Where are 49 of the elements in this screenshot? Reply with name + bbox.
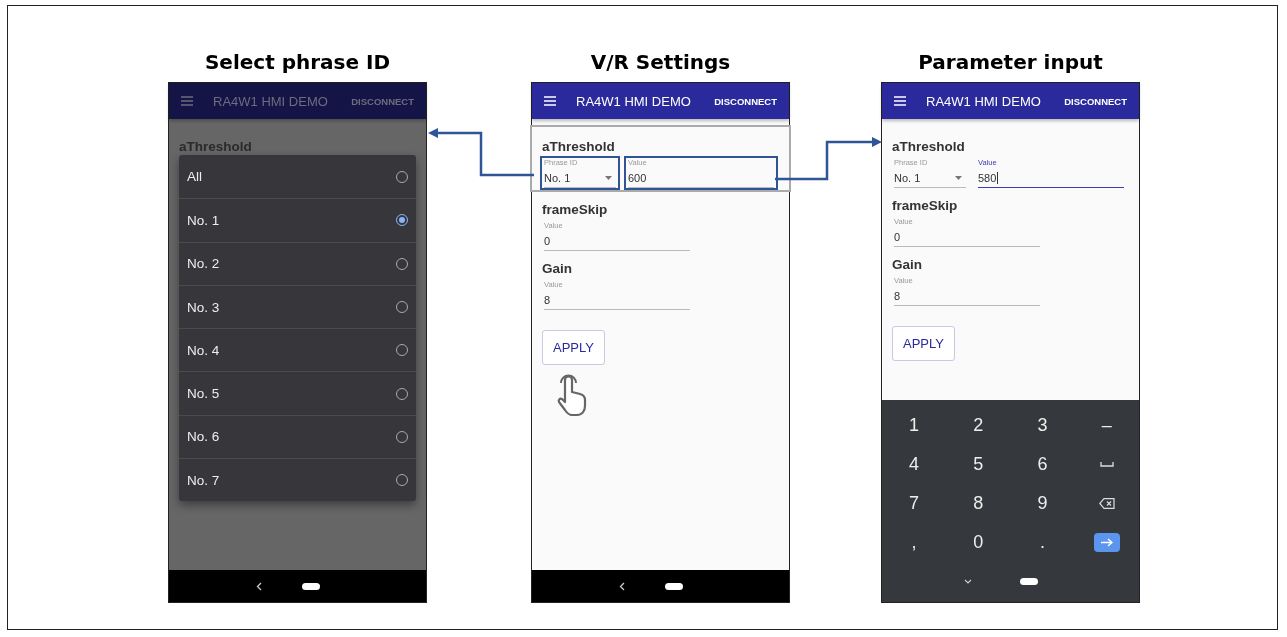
app-title: RA4W1 HMI DEMO [576, 93, 692, 109]
panel-title: Select phrase ID [204, 49, 391, 76]
section-heading: frameSkip [542, 202, 609, 217]
section-heading: Gain [542, 261, 573, 276]
dialog-option[interactable]: No. 6 [179, 414, 416, 459]
keyboard-key[interactable]: . [1010, 523, 1075, 562]
section-heading: frameSkip [892, 198, 959, 213]
keyboard-key[interactable]: 2 [946, 406, 1011, 445]
section-heading: aThreshold [179, 139, 253, 154]
home-icon[interactable] [1019, 578, 1038, 585]
dropdown-caret-icon [955, 176, 962, 180]
section-heading: aThreshold [542, 139, 616, 154]
dialog-option[interactable]: No. 7 [179, 458, 416, 502]
back-icon[interactable] [255, 581, 262, 591]
chevron-down-icon[interactable] [963, 579, 972, 584]
dialog-option[interactable]: No. 1 [179, 198, 416, 242]
home-icon[interactable] [301, 582, 320, 590]
keyboard-key[interactable]: 5 [946, 445, 1011, 484]
dialog-option[interactable]: No. 4 [179, 328, 416, 372]
dialog-option[interactable]: No. 5 [179, 371, 416, 415]
space-icon [1099, 462, 1114, 467]
apply-button[interactable]: APPLY [892, 326, 955, 361]
keyboard-key[interactable]: 9 [1010, 484, 1075, 523]
dialog-option[interactable]: All [179, 155, 416, 199]
keyboard-key[interactable]: 0 [946, 523, 1011, 562]
keyboard-key[interactable]: 6 [1010, 445, 1075, 484]
keyboard-key[interactable]: – [1074, 406, 1139, 445]
section-heading: Gain [892, 257, 923, 272]
app-title: RA4W1 HMI DEMO [926, 93, 1042, 109]
dialog-option[interactable]: No. 2 [179, 241, 416, 285]
app-title: RA4W1 HMI DEMO [213, 93, 329, 109]
dialog-option[interactable]: No. 3 [179, 284, 416, 329]
keyboard-key[interactable]: 8 [946, 484, 1011, 523]
back-icon[interactable] [618, 581, 625, 591]
home-icon[interactable] [664, 582, 683, 590]
keyboard-key[interactable]: 7 [882, 484, 947, 523]
keyboard-key[interactable]: 1 [882, 406, 947, 445]
apply-button[interactable]: APPLY [542, 330, 605, 365]
arrow-right-icon [1100, 538, 1113, 547]
panel-title: V/R Settings [590, 49, 731, 76]
keyboard-key[interactable]: 4 [882, 445, 947, 484]
backspace-icon [1098, 498, 1115, 509]
section-heading: aThreshold [892, 139, 966, 154]
keyboard-key[interactable]: 3 [1010, 406, 1075, 445]
keyboard-key[interactable]: , [882, 523, 947, 562]
panel-title: Parameter input [918, 49, 1103, 76]
disconnect-button[interactable]: DISCONNECT [714, 91, 777, 111]
disconnect-button[interactable]: DISCONNECT [1064, 91, 1127, 111]
dropdown-caret-icon [605, 176, 612, 180]
